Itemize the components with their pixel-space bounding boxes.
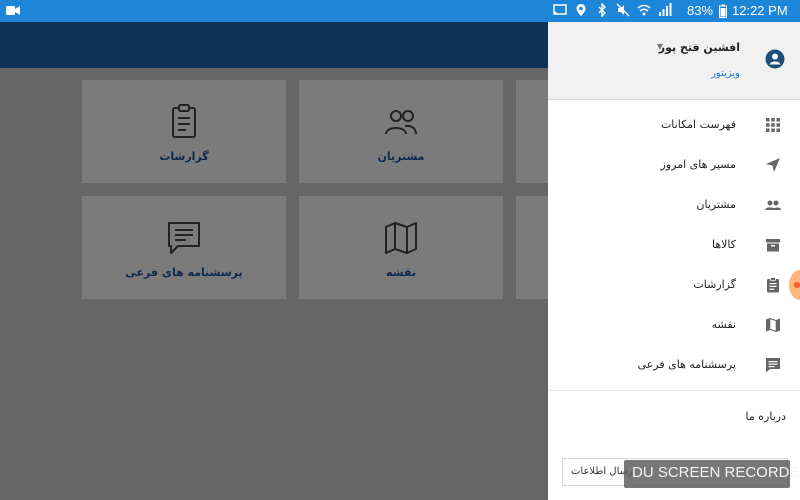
app-bar: [0, 22, 548, 68]
tile-label: پرسشنامه های فرعی: [125, 266, 243, 279]
menu-item-label: فهرست امکانات: [660, 118, 736, 131]
tile-sub-questionnaires[interactable]: پرسشنامه های فرعی: [82, 196, 286, 299]
menu-item-label: مشتریان: [696, 198, 736, 211]
clock: 12:22 PM: [732, 3, 788, 18]
status-bar: 83% 12:22 PM: [0, 0, 800, 22]
tile-label: گزارشات: [159, 150, 209, 163]
user-role: ویزیتور: [711, 68, 740, 79]
comment-icon: [766, 358, 780, 373]
menu-item-customers[interactable]: مشتریان: [548, 186, 800, 226]
drawer-header[interactable]: افشین فتح پور ▼ ویزیتور: [548, 22, 800, 100]
menu-item-reports[interactable]: گزارشات: [548, 266, 800, 306]
clipboard-icon: [767, 277, 779, 293]
tile-map[interactable]: نقشه: [299, 196, 503, 299]
tile-partial[interactable]: [516, 196, 548, 299]
touch-dot: [794, 282, 800, 288]
battery-level: 83%: [687, 3, 714, 18]
wifi-icon: [637, 4, 651, 16]
battery-icon: [719, 4, 727, 18]
menu-item-sub-questionnaires[interactable]: پرسشنامه های فرعی: [548, 346, 800, 386]
menu-item-products[interactable]: کالاها: [548, 226, 800, 266]
account-circle-icon: [765, 49, 785, 69]
location-icon: [576, 4, 586, 16]
menu-item-label: مسیر های امروز: [660, 158, 737, 171]
people-icon: [385, 110, 417, 135]
mute-icon: [616, 3, 630, 17]
apps-icon: [766, 118, 780, 132]
archive-icon: [766, 239, 780, 252]
people-icon: [765, 200, 781, 210]
menu-item-features[interactable]: فهرست امکانات: [548, 106, 800, 146]
map-icon: [766, 318, 780, 332]
watermark-text: DU SCREEN RECORDER: [632, 464, 800, 481]
screen-recorder-watermark: DU SCREEN RECORDER: [624, 460, 800, 488]
comment-icon: [168, 222, 200, 254]
about-us-link[interactable]: درباره ما: [746, 410, 786, 423]
menu-item-today-routes[interactable]: مسیر های امروز: [548, 146, 800, 186]
tile-partial[interactable]: [516, 80, 548, 183]
signal-icon: [659, 3, 672, 16]
tile-customers[interactable]: مشتریان: [299, 80, 503, 183]
tile-label: مشتریان: [377, 150, 425, 163]
menu-item-map[interactable]: نقشه: [548, 306, 800, 346]
user-name: افشین فتح پور: [658, 41, 740, 54]
drawer-divider: [548, 390, 800, 391]
caret-down-icon[interactable]: ▼: [657, 42, 663, 51]
menu-item-label: نقشه: [711, 318, 736, 331]
navigation-drawer: افشین فتح پور ▼ ویزیتور فهرست امکانات مس…: [548, 22, 800, 500]
menu-item-label: کالاها: [711, 238, 736, 251]
navigation-icon: [766, 158, 780, 172]
video-camera-icon: [6, 6, 20, 15]
tile-label: نقشه: [386, 266, 416, 279]
bluetooth-icon: [598, 3, 606, 17]
menu-item-label: پرسشنامه های فرعی: [637, 358, 736, 371]
cast-icon: [553, 4, 567, 16]
tile-reports[interactable]: گزارشات: [82, 80, 286, 183]
map-icon: [385, 222, 417, 254]
menu-item-label: گزارشات: [693, 278, 736, 291]
clipboard-icon: [172, 104, 196, 138]
